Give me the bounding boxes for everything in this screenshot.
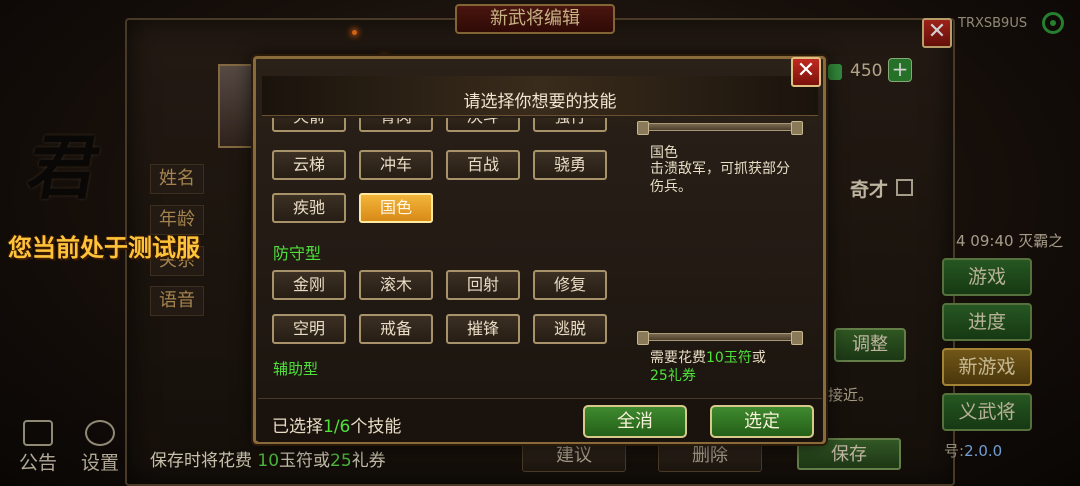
skill-button[interactable]: 强行 — [533, 118, 607, 132]
skill-button[interactable]: 骨肉 — [359, 118, 433, 132]
confirm-button[interactable]: 选定 — [710, 405, 814, 438]
dialog-title: 请选择你想要的技能 — [463, 92, 617, 112]
cost-jade: 10玉符 — [706, 350, 752, 366]
skill-button-jiebei[interactable]: 戒备 — [359, 314, 433, 344]
skill-button-kongming[interactable]: 空明 — [272, 314, 346, 344]
cost-middle: 或 — [751, 350, 766, 366]
skill-button-chongche[interactable]: 冲车 — [359, 150, 433, 180]
test-server-notice: 您当前处于测试服 — [8, 234, 200, 262]
skill-list[interactable]: 火箭 骨肉 决斗 强行 云梯 冲车 百战 骁勇 疾驰 国色 防守型 金刚 滚木 … — [264, 118, 626, 400]
description-scroll-bottom[interactable] — [637, 331, 803, 345]
skill-button-baizhan[interactable]: 百战 — [446, 150, 520, 180]
skill-description-text: 击溃敌军，可抓获部分伤兵。 — [650, 161, 790, 195]
selected-suffix: 个技能 — [350, 417, 402, 437]
selected-count: 1/6 — [323, 417, 351, 437]
skill-button[interactable]: 决斗 — [446, 118, 520, 132]
skill-button-jingang[interactable]: 金刚 — [272, 270, 346, 300]
skill-button-gunmu[interactable]: 滚木 — [359, 270, 433, 300]
cost-prefix: 需要花费 — [650, 350, 706, 366]
skill-button-xiaoyong[interactable]: 骁勇 — [533, 150, 607, 180]
close-icon: ✕ — [796, 58, 816, 83]
skill-description-name: 国色 — [650, 145, 678, 161]
dialog-close-button[interactable]: ✕ — [791, 57, 821, 87]
category-support-title: 辅助型 — [273, 360, 319, 378]
clear-all-button[interactable]: 全消 — [583, 405, 687, 438]
skill-button-jichi[interactable]: 疾驰 — [272, 193, 346, 223]
skill-button-cuifeng[interactable]: 摧锋 — [446, 314, 520, 344]
skill-button[interactable]: 火箭 — [272, 118, 346, 132]
selected-count-text: 已选择1/6个技能 — [272, 412, 401, 437]
skill-button-yunti[interactable]: 云梯 — [272, 150, 346, 180]
description-scroll-top[interactable] — [637, 121, 803, 135]
skill-button-huishe[interactable]: 回射 — [446, 270, 520, 300]
skill-button-taotuo[interactable]: 逃脱 — [533, 314, 607, 344]
skill-button-xiufu[interactable]: 修复 — [533, 270, 607, 300]
category-defense-title: 防守型 — [273, 244, 322, 263]
cost-coupon: 25礼券 — [650, 368, 696, 384]
skill-button-guose-selected[interactable]: 国色 — [359, 193, 433, 223]
selected-prefix: 已选择 — [272, 417, 323, 437]
skill-cost-text: 需要花费10玉符或 25礼券 — [650, 349, 800, 385]
